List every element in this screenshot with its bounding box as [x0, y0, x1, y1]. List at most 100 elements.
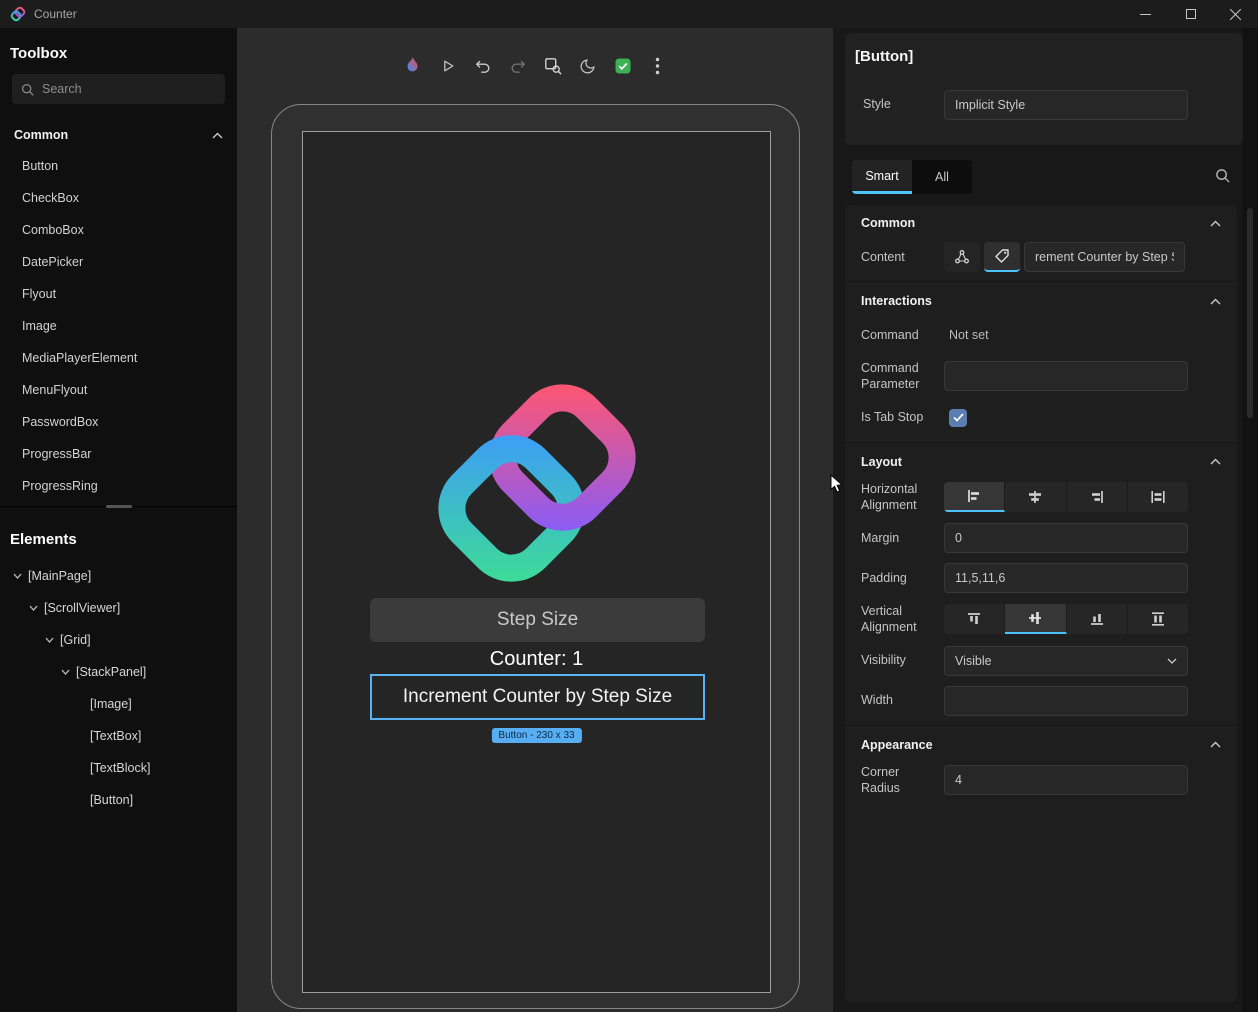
corner-radius-label: Corner Radius: [861, 764, 900, 795]
chevron-up-icon: [212, 132, 223, 139]
selected-element-title: [Button]: [855, 48, 914, 65]
increment-button[interactable]: Increment Counter by Step Size: [370, 674, 705, 720]
theme-toggle-moon-icon[interactable]: [577, 55, 599, 77]
redo-icon[interactable]: [507, 55, 529, 77]
valign-top-icon[interactable]: [944, 604, 1006, 635]
valign-stretch-icon[interactable]: [1127, 604, 1188, 635]
visibility-select[interactable]: Visible: [944, 645, 1188, 676]
literal-tag-icon[interactable]: [984, 242, 1020, 272]
command-value[interactable]: Not set: [944, 328, 989, 342]
section-layout-header[interactable]: Layout: [845, 441, 1237, 476]
chevron-up-icon: [1210, 298, 1221, 305]
app-preview-screen: Step Size Counter: 1 Increment Counter b…: [302, 131, 771, 993]
halign-center-icon[interactable]: [1005, 481, 1067, 512]
step-size-textbox[interactable]: Step Size: [370, 598, 705, 642]
is-tab-stop-label: Is Tab Stop: [861, 410, 924, 425]
device-frame: Step Size Counter: 1 Increment Counter b…: [271, 104, 800, 1009]
tree-item-label: [TextBox]: [90, 729, 142, 743]
margin-input[interactable]: [944, 523, 1188, 553]
width-label: Width: [861, 693, 893, 708]
tree-item-textblock[interactable]: [TextBlock]: [0, 752, 237, 784]
chevron-up-icon: [1210, 458, 1221, 465]
toolbox-title: Toolbox: [10, 45, 68, 62]
toolbox-item-button[interactable]: Button: [0, 150, 237, 182]
is-tab-stop-checkbox[interactable]: [949, 408, 967, 427]
more-options-kebab-icon[interactable]: [647, 55, 669, 77]
validation-check-icon[interactable]: [612, 55, 634, 77]
undo-icon[interactable]: [472, 55, 494, 77]
search-input[interactable]: [42, 82, 216, 96]
splitter-handle[interactable]: [105, 505, 132, 508]
chevron-down-icon[interactable]: [42, 637, 56, 643]
window-title: Counter: [34, 7, 77, 21]
toolbox-search[interactable]: [12, 74, 225, 104]
hot-design-flame-icon[interactable]: [402, 55, 424, 77]
content-input[interactable]: [1024, 242, 1185, 272]
content-row: Content: [845, 237, 1237, 277]
tree-item-button[interactable]: [Button]: [0, 784, 237, 816]
style-input[interactable]: [944, 90, 1188, 120]
search-icon: [21, 83, 34, 96]
binding-icon[interactable]: [944, 242, 980, 272]
toolbox-item-checkbox[interactable]: CheckBox: [0, 182, 237, 214]
panel-splitter[interactable]: [0, 505, 237, 514]
toolbox-section-common[interactable]: Common: [0, 120, 237, 150]
chevron-down-icon[interactable]: [26, 605, 40, 611]
section-appearance-header[interactable]: Appearance: [845, 724, 1237, 759]
width-input[interactable]: [944, 685, 1188, 716]
horizontal-alignment-group: [944, 481, 1188, 512]
tree-item-stackpanel[interactable]: [StackPanel]: [0, 656, 237, 688]
section-interactions-header[interactable]: Interactions: [845, 281, 1237, 315]
tree-item-scrollviewer[interactable]: [ScrollViewer]: [0, 592, 237, 624]
vertical-alignment-row: Vertical Alignment: [845, 598, 1237, 641]
valign-bottom-icon[interactable]: [1066, 604, 1128, 635]
padding-input[interactable]: [944, 563, 1188, 593]
pick-element-icon[interactable]: [542, 55, 564, 77]
halign-right-icon[interactable]: [1066, 481, 1128, 512]
halign-left-icon[interactable]: [944, 481, 1006, 512]
style-label: Style: [863, 97, 891, 111]
toolbox-section-label: Common: [14, 128, 69, 142]
chevron-down-icon[interactable]: [10, 573, 24, 579]
properties-search-icon[interactable]: [1215, 168, 1230, 183]
properties-panel: [Button] Style Smart All Common Content: [833, 28, 1258, 1012]
command-parameter-input[interactable]: [944, 361, 1188, 392]
titlebar: Counter: [0, 0, 1258, 28]
toolbox-item-list: Button CheckBox ComboBox DatePicker Flyo…: [0, 150, 237, 502]
toolbox-item-passwordbox[interactable]: PasswordBox: [0, 406, 237, 438]
tree-item-label: [Grid]: [60, 633, 91, 647]
play-icon[interactable]: [437, 55, 459, 77]
section-common-header[interactable]: Common: [845, 205, 1237, 237]
toolbox-item-menuflyout[interactable]: MenuFlyout: [0, 374, 237, 406]
tree-item-label: [StackPanel]: [76, 665, 147, 679]
toolbox-item-datepicker[interactable]: DatePicker: [0, 246, 237, 278]
tab-all[interactable]: All: [912, 160, 972, 194]
tree-item-mainpage[interactable]: [MainPage]: [0, 560, 237, 592]
tree-item-grid[interactable]: [Grid]: [0, 624, 237, 656]
section-interactions-title: Interactions: [861, 294, 932, 308]
minimize-button[interactable]: [1123, 0, 1168, 28]
scrollbar-thumb[interactable]: [1247, 208, 1253, 418]
tree-item-textbox[interactable]: [TextBox]: [0, 720, 237, 752]
panel-scrollbar[interactable]: [1242, 28, 1258, 1012]
section-common-title: Common: [861, 216, 916, 230]
halign-stretch-icon[interactable]: [1127, 481, 1188, 512]
toolbox-item-flyout[interactable]: Flyout: [0, 278, 237, 310]
toolbox-item-mediaplayerelement[interactable]: MediaPlayerElement: [0, 342, 237, 374]
toolbox-item-image[interactable]: Image: [0, 310, 237, 342]
tree-item-image[interactable]: [Image]: [0, 688, 237, 720]
margin-row: Margin: [845, 518, 1237, 558]
toolbox-item-progressbar[interactable]: ProgressBar: [0, 438, 237, 470]
toolbox-item-progressring[interactable]: ProgressRing: [0, 470, 237, 502]
tab-smart[interactable]: Smart: [852, 160, 912, 194]
uno-platform-logo[interactable]: [429, 375, 645, 591]
maximize-button[interactable]: [1168, 0, 1213, 28]
toolbox-item-combobox[interactable]: ComboBox: [0, 214, 237, 246]
valign-center-icon[interactable]: [1005, 604, 1067, 635]
counter-textblock[interactable]: Counter: 1: [303, 648, 770, 671]
chevron-down-icon[interactable]: [58, 669, 72, 675]
canvas-toolbar: [237, 48, 833, 84]
close-button[interactable]: [1213, 0, 1258, 28]
width-row: Width: [845, 681, 1237, 721]
corner-radius-input[interactable]: [944, 764, 1188, 795]
